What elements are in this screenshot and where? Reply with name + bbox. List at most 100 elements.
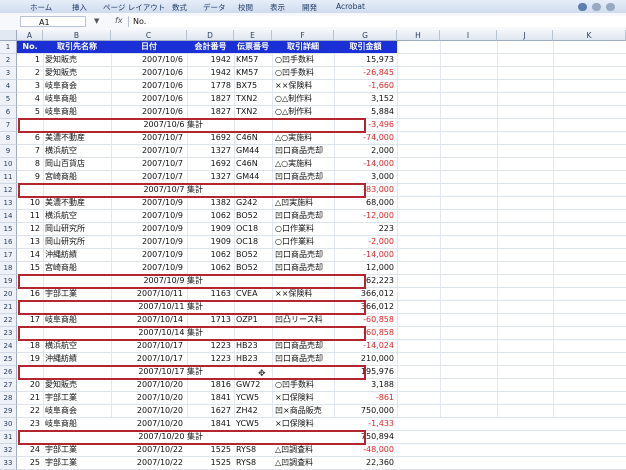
cell-date[interactable]: 2007/10/6 <box>111 93 183 105</box>
close-icon[interactable] <box>606 3 615 11</box>
cell-no[interactable]: 20 <box>17 379 40 391</box>
column-header-d[interactable]: D <box>187 30 234 41</box>
column-header-b[interactable]: B <box>43 30 111 41</box>
cell-date[interactable]: 2007/10/7 <box>111 132 183 144</box>
minimize-icon[interactable] <box>592 3 601 11</box>
tab-view[interactable]: 表示 <box>270 2 285 13</box>
cell-amount[interactable]: -861 <box>334 392 394 404</box>
header-cell[interactable]: 日付 <box>111 41 187 53</box>
cell-no[interactable]: 17 <box>17 314 40 326</box>
row-header[interactable]: 26 <box>0 366 17 379</box>
cell-detail[interactable]: △○実施料 <box>275 158 334 170</box>
cell-amount[interactable]: 210,000 <box>334 353 394 365</box>
row-header[interactable]: 9 <box>0 145 17 158</box>
cell-no[interactable]: 19 <box>17 353 40 365</box>
cell-date[interactable]: 2007/10/6 <box>111 80 183 92</box>
column-header-a[interactable]: A <box>17 30 43 41</box>
cell-detail[interactable]: △凹調査料 <box>275 457 334 469</box>
cell-date[interactable]: 2007/10/20 <box>111 379 183 391</box>
cell-detail[interactable]: 凹口商品売却 <box>275 171 334 183</box>
tab-developer[interactable]: 開発 <box>302 2 317 13</box>
row-header[interactable]: 18 <box>0 262 17 275</box>
cell-account[interactable]: 1841 <box>187 418 231 430</box>
cell-date[interactable]: 2007/10/20 <box>111 418 183 430</box>
cell-slip[interactable]: YCW5 <box>236 392 272 404</box>
cell-no[interactable]: 12 <box>17 223 40 235</box>
cell-no[interactable]: 9 <box>17 171 40 183</box>
row-header[interactable]: 20 <box>0 288 17 301</box>
cell-account[interactable]: 1692 <box>187 158 231 170</box>
row-header[interactable]: 16 <box>0 236 17 249</box>
cell-no[interactable]: 24 <box>17 444 40 456</box>
cell-detail[interactable]: ○凹手数料 <box>275 54 334 66</box>
cell-slip[interactable]: HB23 <box>236 340 272 352</box>
cell-detail[interactable]: ○凹手数料 <box>275 379 334 391</box>
cell-no[interactable]: 14 <box>17 249 40 261</box>
column-header-e[interactable]: E <box>234 30 272 41</box>
cell-account[interactable]: 1163 <box>187 288 231 300</box>
cell-amount[interactable]: -48,000 <box>334 444 394 456</box>
cell-slip[interactable]: C46N <box>236 132 272 144</box>
tab-acrobat[interactable]: Acrobat <box>336 2 365 11</box>
cell-date[interactable]: 2007/10/7 <box>111 158 183 170</box>
cell-detail[interactable]: △○実施料 <box>275 132 334 144</box>
cell-account[interactable]: 1062 <box>187 249 231 261</box>
row-header[interactable]: 6 <box>0 106 17 119</box>
cell-amount[interactable]: -2,000 <box>334 236 394 248</box>
row-header[interactable]: 5 <box>0 93 17 106</box>
cell-date[interactable]: 2007/10/17 <box>111 340 183 352</box>
cell-no[interactable]: 23 <box>17 418 40 430</box>
cell-detail[interactable]: △凹調査料 <box>275 444 334 456</box>
cell-date[interactable]: 2007/10/22 <box>111 457 183 469</box>
cell-slip[interactable]: HB23 <box>236 353 272 365</box>
row-header[interactable]: 22 <box>0 314 17 327</box>
cell-date[interactable]: 2007/10/9 <box>111 262 183 274</box>
row-header[interactable]: 28 <box>0 392 17 405</box>
cell-amount[interactable]: -74,000 <box>334 132 394 144</box>
cell-detail[interactable]: ○△制作料 <box>275 93 334 105</box>
row-header[interactable]: 30 <box>0 418 17 431</box>
chevron-down-icon[interactable]: ▼ <box>94 17 99 25</box>
cell-no[interactable]: 10 <box>17 197 40 209</box>
row-header[interactable]: 8 <box>0 132 17 145</box>
cell-name[interactable]: 愛知販売 <box>45 379 111 391</box>
cell-amount[interactable]: 68,000 <box>334 197 394 209</box>
tab-formulas[interactable]: 数式 <box>172 2 187 13</box>
cell-slip[interactable]: GM44 <box>236 171 272 183</box>
cell-date[interactable]: 2007/10/7 <box>111 171 183 183</box>
cell-slip[interactable]: BX75 <box>236 80 272 92</box>
header-cell[interactable]: No. <box>17 41 43 53</box>
row-header[interactable]: 25 <box>0 353 17 366</box>
cell-detail[interactable]: ×口保険料 <box>275 418 334 430</box>
cell-name[interactable]: 美濃不動産 <box>45 197 111 209</box>
cell-detail[interactable]: 凹口商品売却 <box>275 262 334 274</box>
cell-amount[interactable]: -26,845 <box>334 67 394 79</box>
cell-date[interactable]: 2007/10/7 <box>111 145 183 157</box>
row-header[interactable]: 15 <box>0 223 17 236</box>
cell-amount[interactable]: -1,433 <box>334 418 394 430</box>
cell-date[interactable]: 2007/10/11 <box>111 288 183 300</box>
cell-detail[interactable]: 凹×商品販売 <box>275 405 334 417</box>
tab-insert[interactable]: 挿入 <box>72 2 87 13</box>
cell-detail[interactable]: △凹実施料 <box>275 197 334 209</box>
cell-amount[interactable]: 22,360 <box>334 457 394 469</box>
column-header-h[interactable]: H <box>397 30 440 41</box>
cell-slip[interactable]: RYS8 <box>236 444 272 456</box>
row-header[interactable]: 29 <box>0 405 17 418</box>
cell-slip[interactable]: TXN2 <box>236 106 272 118</box>
row-header[interactable]: 12 <box>0 184 17 197</box>
row-header[interactable]: 23 <box>0 327 17 340</box>
cell-name[interactable]: 岐阜商船 <box>45 314 111 326</box>
cell-detail[interactable]: ○口作業料 <box>275 223 334 235</box>
row-header[interactable]: 33 <box>0 457 17 470</box>
cell-name[interactable]: 宇部工業 <box>45 288 111 300</box>
cell-detail[interactable]: ×口保険料 <box>275 392 334 404</box>
cell-date[interactable]: 2007/10/20 <box>111 405 183 417</box>
cell-name[interactable]: 宮崎商船 <box>45 262 111 274</box>
cell-detail[interactable]: 凹口商品売却 <box>275 353 334 365</box>
cell-name[interactable]: 岡山研究所 <box>45 223 111 235</box>
cell-detail[interactable]: ××保険料 <box>275 288 334 300</box>
cell-slip[interactable]: G242 <box>236 197 272 209</box>
name-box[interactable]: A1 <box>20 16 86 27</box>
cell-name[interactable]: 沖縄紡績 <box>45 249 111 261</box>
